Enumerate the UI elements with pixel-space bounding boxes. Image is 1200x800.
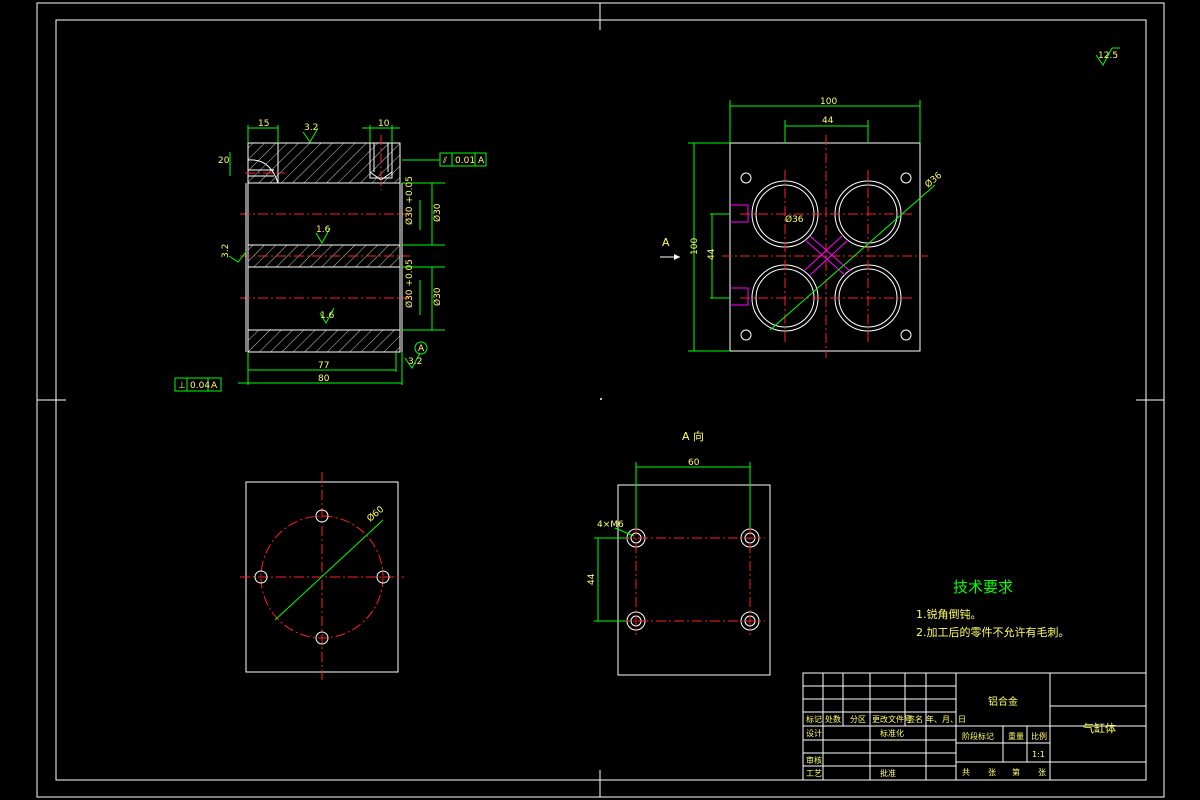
top-view-spacing: 44 <box>822 116 834 126</box>
tol-top-symbol: ⫽ <box>442 156 447 166</box>
part-name: 气缸体 <box>1083 721 1116 735</box>
dim-len-inner: 77 <box>318 361 329 371</box>
roughness-symbol: 12.5 <box>1095 47 1120 66</box>
label-design: 设计 <box>806 728 822 738</box>
tol-bottom-value: 0.04 <box>190 381 210 391</box>
corner-hole-tr <box>900 172 912 184</box>
corner-hole-bl <box>740 329 752 341</box>
a-view-vertical: 44 <box>587 573 597 585</box>
circle-view-diameter: Ø60 <box>365 504 386 525</box>
roughness-mid: 1.6 <box>316 225 331 235</box>
header-count: 处数 <box>825 714 841 724</box>
roughness-value: 12.5 <box>1098 51 1118 61</box>
header-mark: 标记 <box>806 714 822 724</box>
tol-top-value: 0.01 <box>455 156 475 166</box>
label-sheet: 张 <box>988 768 996 777</box>
sheet-border <box>36 2 1165 798</box>
section-view: 15 10 3.2 1.6 1.6 3.2 20 Ø30 +0.05 Ø30 Ø… <box>174 119 487 392</box>
roughness-top: 3.2 <box>304 123 318 133</box>
scale-value: 1:1 <box>1032 750 1045 759</box>
tol-top-datum: A <box>478 156 485 166</box>
top-view-vspacing: 44 <box>707 248 717 260</box>
top-view: Ø36 Ø36 100 44 100 44 A <box>660 97 944 358</box>
header-doc: 更改文件号 <box>872 714 912 724</box>
corner-hole-tl <box>740 172 752 184</box>
dim-bore-lower: Ø30 +0.05 <box>404 259 415 308</box>
dim-len-total: 80 <box>318 374 330 384</box>
title-block: 标记 处数 分区 更改文件号 签名 年、月、日 设计 标准化 审核 工艺 批准 … <box>802 672 1147 781</box>
requirements-title: 技术要求 <box>953 578 1013 596</box>
header-sign: 签名 <box>907 714 923 724</box>
label-page2: 张 <box>1038 768 1046 777</box>
label-total: 共 <box>962 768 970 777</box>
center-dot <box>600 398 602 400</box>
label-approve: 批准 <box>880 768 896 778</box>
a-view-hole-note: 4×M6 <box>597 520 624 530</box>
label-weight: 重量 <box>1008 731 1024 741</box>
dim-bore-lower-b: Ø30 <box>432 287 443 306</box>
label-page: 第 <box>1012 767 1020 777</box>
top-view-diameter: Ø36 <box>923 170 944 191</box>
requirement-2: 2.加工后的零件不允许有毛刺。 <box>916 625 1070 639</box>
dim-bore-upper: Ø30 +0.05 <box>404 176 415 225</box>
tol-bottom-datum: A <box>211 381 218 391</box>
header-date: 年、月、日 <box>926 714 966 724</box>
label-stage: 阶段标记 <box>962 731 994 741</box>
technical-requirements: 技术要求 1.锐角倒钝。 2.加工后的零件不允许有毛刺。 <box>916 578 1070 639</box>
circle-view: Ø60 <box>240 472 404 680</box>
side-port-lower <box>730 287 749 306</box>
dim-top-right: 10 <box>378 119 390 129</box>
header-zone: 分区 <box>850 715 866 724</box>
tol-bottom-symbol: ⊥ <box>178 381 186 391</box>
roughness-right: 3.2 <box>408 357 422 367</box>
top-view-width: 100 <box>820 97 837 107</box>
dim-top-left: 15 <box>258 119 269 129</box>
top-view-outline <box>729 142 921 352</box>
label-standardize: 标准化 <box>880 728 904 738</box>
roughness-left: 3.2 <box>221 244 231 258</box>
a-view: A 向 60 44 4×M6 <box>587 429 771 676</box>
view-arrow-label: A <box>662 236 670 249</box>
a-view-spacing: 60 <box>688 458 700 468</box>
datum-label: A <box>418 344 425 354</box>
bore-upper <box>247 182 401 246</box>
corner-hole-br <box>900 329 912 341</box>
dim-depth-left: 20 <box>218 156 230 166</box>
drawing-canvas: 12.5 15 10 3.2 1.6 1.6 3.2 20 Ø30 +0.05 … <box>36 2 1165 798</box>
label-ratio: 比例 <box>1031 731 1047 741</box>
material: 铝合金 <box>988 695 1018 708</box>
a-view-title: A 向 <box>682 429 704 443</box>
section-middle <box>247 244 401 268</box>
roughness-low: 1.6 <box>320 311 335 321</box>
top-view-bore-label: Ø36 <box>785 214 804 225</box>
label-process: 工艺 <box>806 769 822 778</box>
requirement-1: 1.锐角倒钝。 <box>916 607 982 621</box>
section-bottom <box>247 329 401 353</box>
dim-bore-upper-b: Ø30 <box>432 203 443 222</box>
top-view-height: 100 <box>690 238 700 255</box>
a-view-outline <box>617 484 771 676</box>
label-review: 审核 <box>806 755 822 765</box>
